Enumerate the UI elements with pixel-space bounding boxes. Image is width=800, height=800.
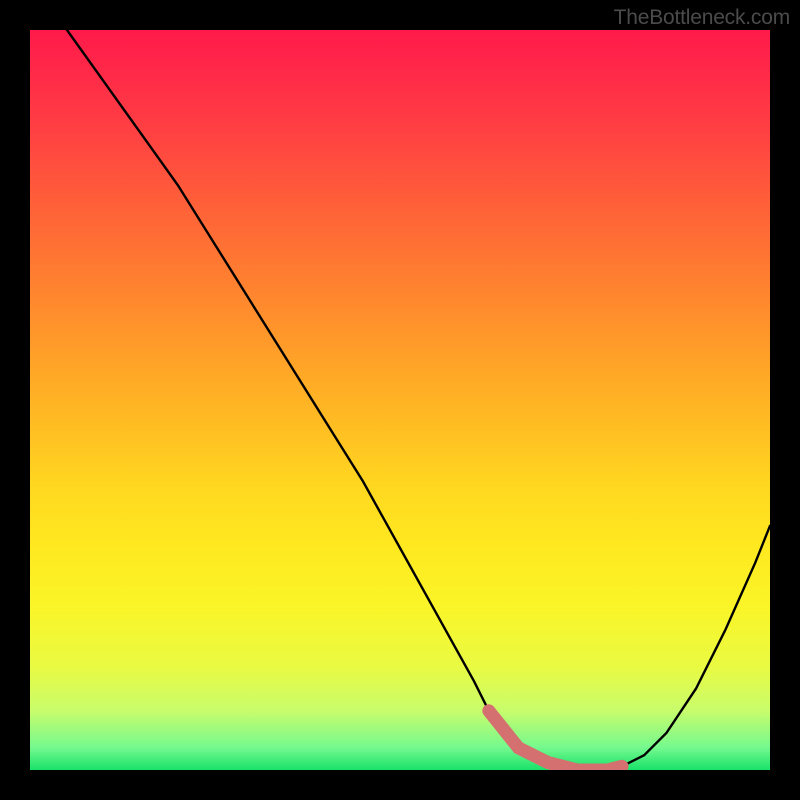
watermark: TheBottleneck.com xyxy=(614,6,790,30)
curve-layer xyxy=(30,30,770,770)
chart-frame: TheBottleneck.com xyxy=(0,0,800,800)
bottleneck-curve xyxy=(67,30,770,770)
optimal-band-marker xyxy=(489,711,622,770)
plot-area xyxy=(30,30,770,770)
